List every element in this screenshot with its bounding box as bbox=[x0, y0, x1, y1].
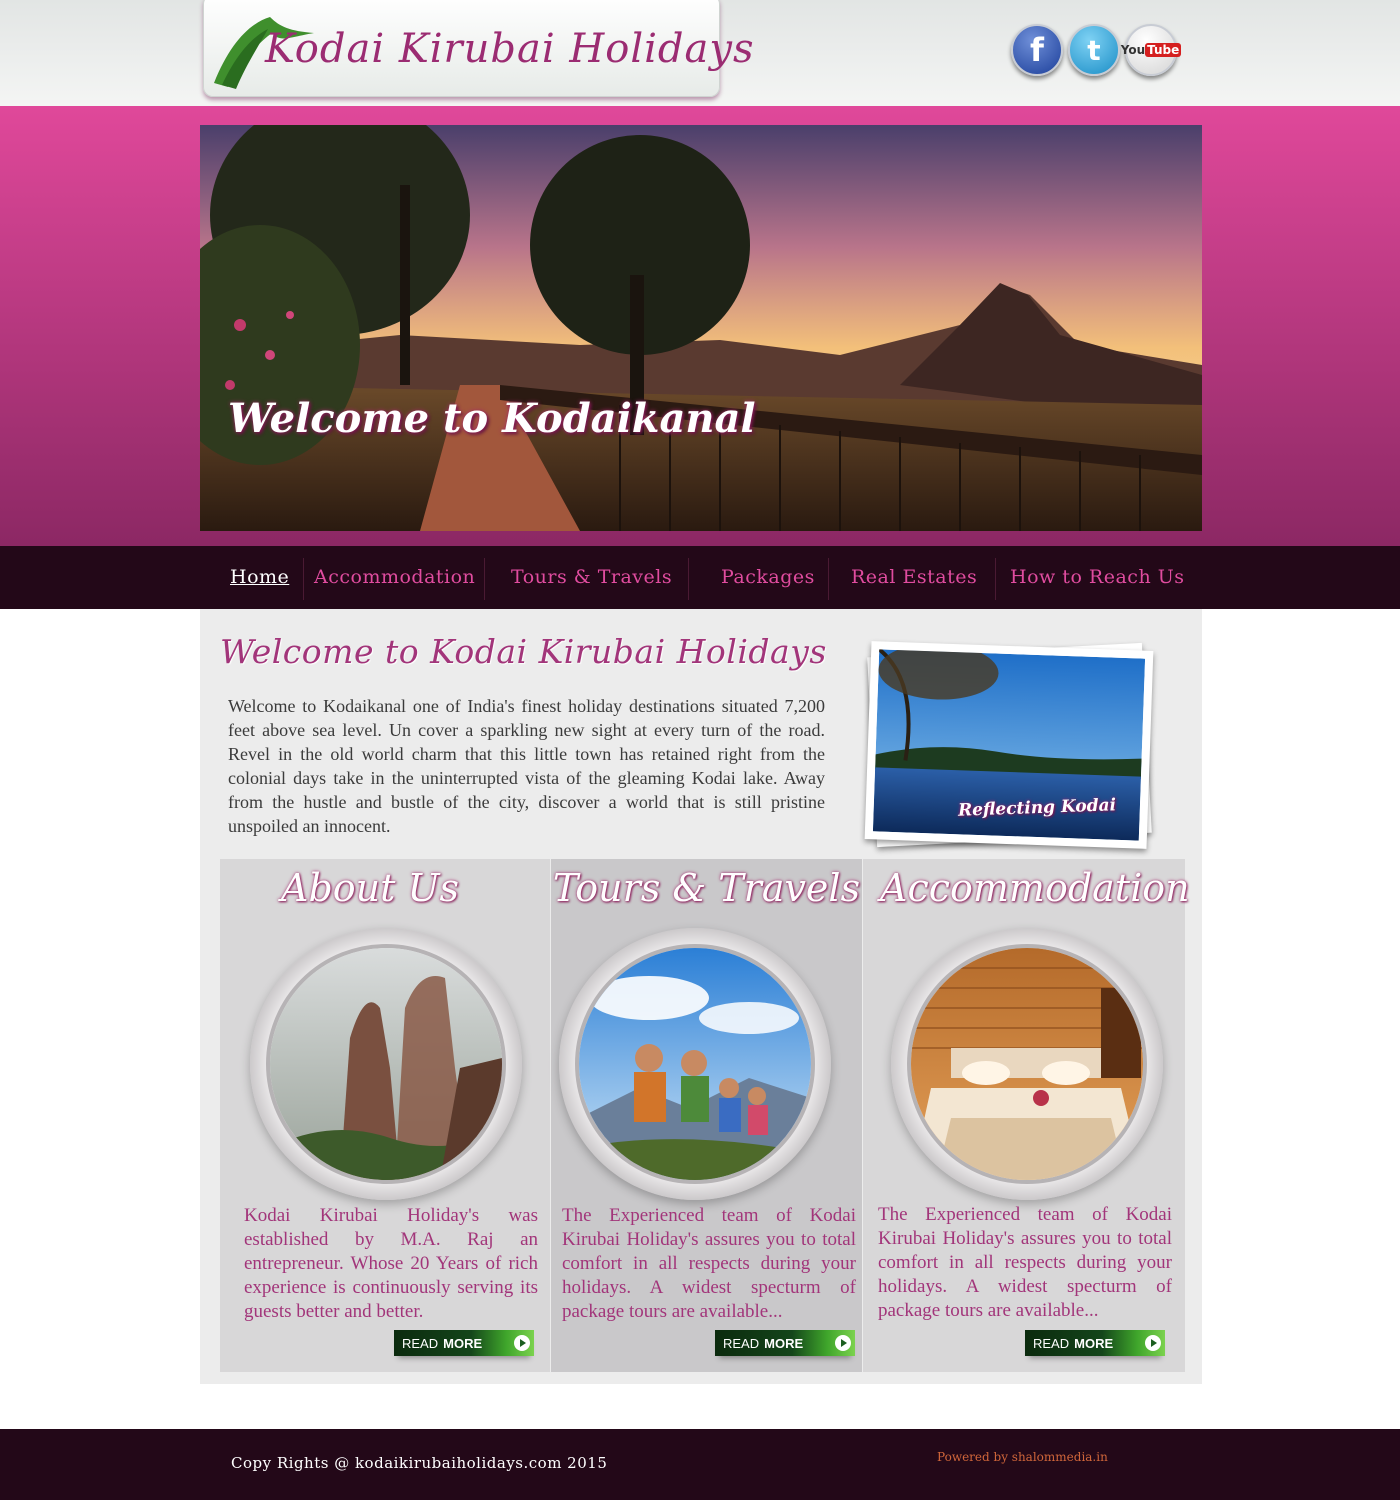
play-arrow-icon bbox=[835, 1335, 851, 1351]
play-arrow-icon bbox=[1145, 1335, 1161, 1351]
read-label: READ bbox=[723, 1335, 760, 1351]
mountain-rock-image bbox=[266, 944, 506, 1184]
more-label: MORE bbox=[443, 1335, 483, 1351]
main-nav bbox=[0, 546, 1400, 609]
tours-travels-image-frame bbox=[559, 928, 831, 1200]
nav-item-accommodation[interactable]: Accommodation bbox=[314, 566, 475, 588]
about-us-read-more-button[interactable]: READ MORE bbox=[394, 1330, 534, 1356]
welcome-title: Welcome to Kodai Kirubai Holidays bbox=[220, 632, 827, 671]
more-label: MORE bbox=[764, 1335, 804, 1351]
family-hiking-image bbox=[575, 944, 815, 1184]
read-label: READ bbox=[1033, 1335, 1070, 1351]
photo-stack bbox=[860, 640, 1160, 860]
logo-text[interactable]: Kodai Kirubai Holidays bbox=[265, 26, 755, 72]
nav-item-home[interactable]: Home bbox=[230, 566, 289, 588]
tours-travels-read-more-button[interactable]: READ MORE bbox=[715, 1330, 855, 1356]
accommodation-read-more-button[interactable]: READ MORE bbox=[1025, 1330, 1165, 1356]
welcome-text: Welcome to Kodaikanal one of India's fin… bbox=[228, 696, 825, 836]
read-label: READ bbox=[402, 1335, 439, 1351]
nav-divider bbox=[484, 558, 485, 600]
accommodation-text: The Experienced team of Kodai Kirubai Ho… bbox=[878, 1204, 1172, 1321]
about-us-image-frame bbox=[250, 928, 522, 1200]
powered-by-link[interactable]: Powered by shalommedia.in bbox=[937, 1450, 1108, 1464]
accommodation-title[interactable]: Accommodation bbox=[880, 866, 1190, 910]
youtube-tube: Tube bbox=[1145, 43, 1182, 57]
facebook-glyph: f bbox=[1030, 31, 1044, 69]
tours-travels-title[interactable]: Tours & Travels bbox=[551, 866, 862, 910]
hero-title: Welcome to Kodaikanal bbox=[228, 395, 756, 442]
tours-travels-text: The Experienced team of Kodai Kirubai Ho… bbox=[562, 1205, 856, 1322]
nav-item-packages[interactable]: Packages bbox=[721, 566, 815, 588]
about-us-title[interactable]: About Us bbox=[220, 866, 520, 910]
nav-divider bbox=[828, 558, 829, 600]
nav-divider bbox=[995, 558, 996, 600]
twitter-icon[interactable]: t bbox=[1068, 24, 1120, 76]
more-label: MORE bbox=[1074, 1335, 1114, 1351]
accommodation-image-frame bbox=[891, 928, 1163, 1200]
hotel-room-image bbox=[907, 944, 1147, 1184]
youtube-you: You bbox=[1120, 43, 1146, 57]
nav-divider bbox=[303, 558, 304, 600]
nav-item-tours-travels[interactable]: Tours & Travels bbox=[511, 566, 672, 588]
copyright-text: Copy Rights @ kodaikirubaiholidays.com 2… bbox=[231, 1454, 608, 1472]
play-arrow-icon bbox=[514, 1335, 530, 1351]
sunset-landscape-image bbox=[200, 125, 1202, 531]
nav-item-how-to-reach[interactable]: How to Reach Us bbox=[1010, 566, 1184, 588]
nav-divider bbox=[688, 558, 689, 600]
youtube-icon[interactable]: You Tube bbox=[1121, 24, 1182, 76]
hero-image bbox=[200, 125, 1202, 531]
footer bbox=[0, 1429, 1400, 1500]
nav-item-real-estates[interactable]: Real Estates bbox=[851, 566, 977, 588]
facebook-icon[interactable]: f bbox=[1011, 24, 1063, 76]
twitter-glyph: t bbox=[1087, 33, 1101, 67]
about-us-text: Kodai Kirubai Holiday's was established … bbox=[244, 1205, 538, 1322]
